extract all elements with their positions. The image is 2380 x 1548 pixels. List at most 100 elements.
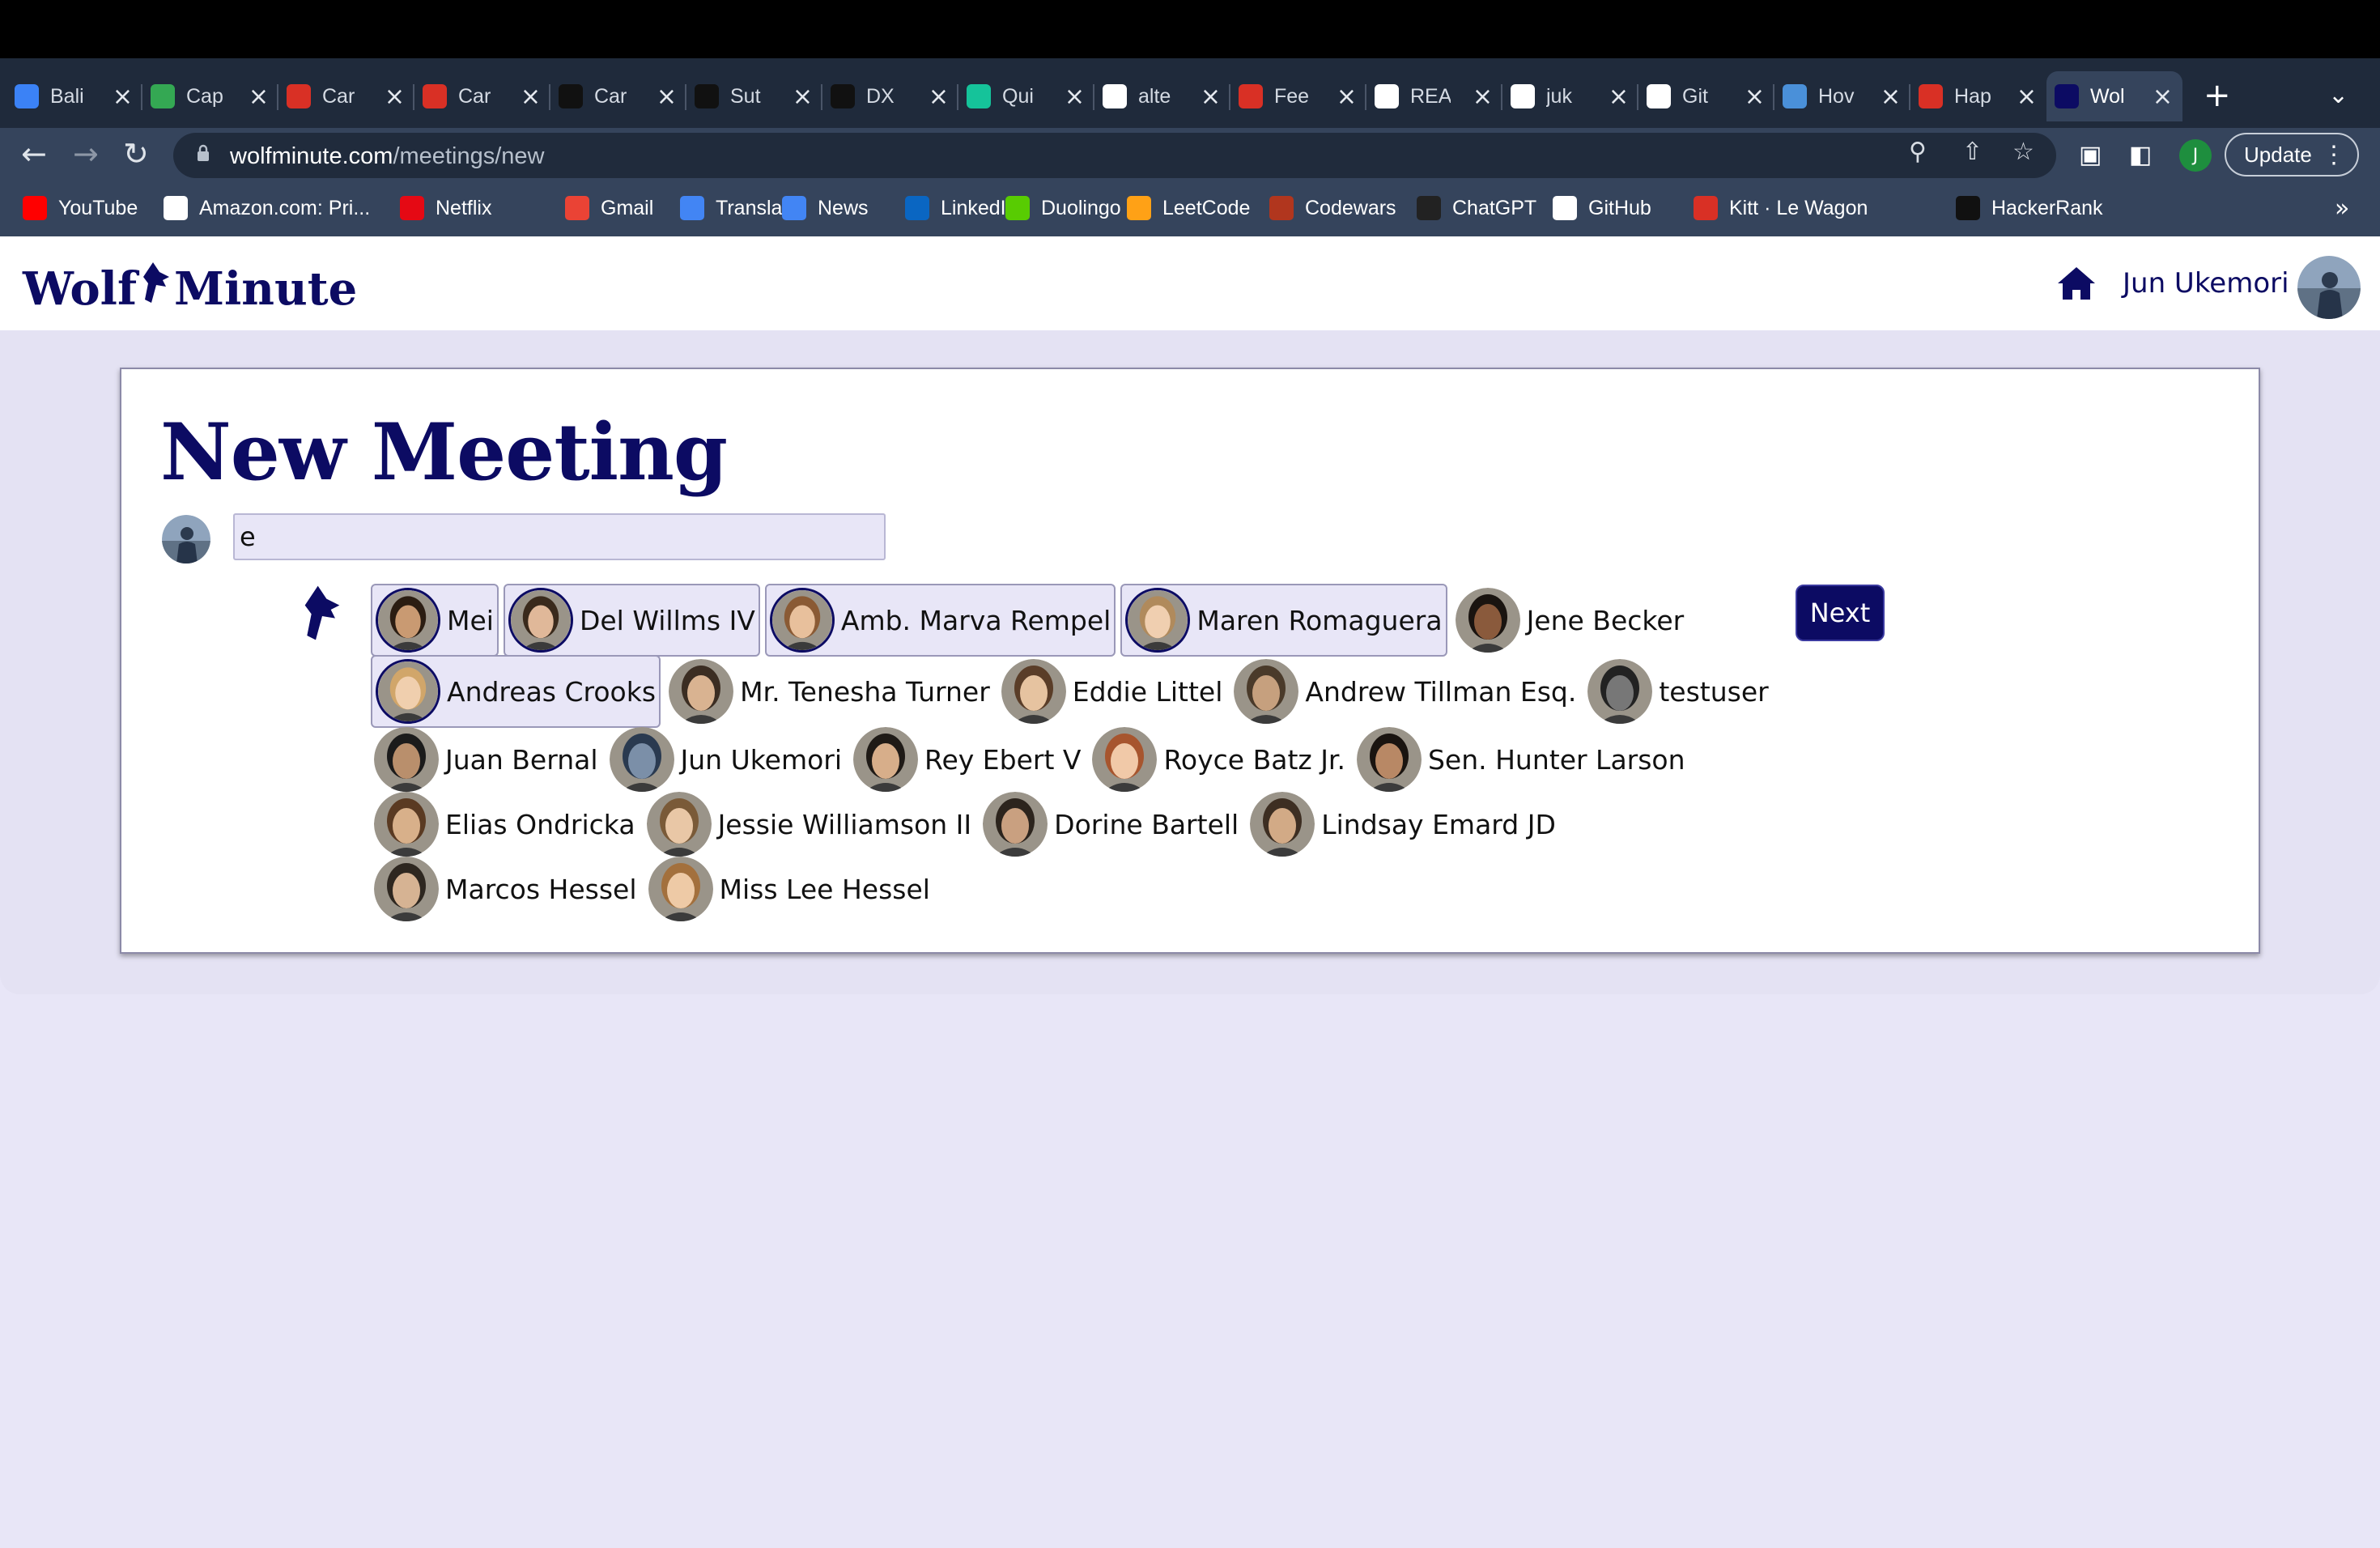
browser-tab[interactable]: Hap × [1910,71,2046,121]
attendee-chip[interactable]: Elias Ondricka [371,792,639,857]
attendee-chip[interactable]: Jun Ukemori [606,727,846,792]
attendee-chip[interactable]: Andrew Tillman Esq. [1230,656,1579,727]
bookmark-item[interactable]: GitHub [1553,196,1651,220]
browser-tab[interactable]: alte × [1094,71,1230,121]
wolfminute-logo[interactable]: Wolf Minute [23,259,357,316]
github-icon [1647,84,1671,108]
current-user-avatar[interactable] [2297,256,2361,319]
browser-tab[interactable]: Car × [550,71,686,121]
close-tab-icon[interactable]: × [1337,83,1357,111]
attendee-chip[interactable]: Jene Becker [1452,585,1688,656]
wolf-head-icon [304,585,340,640]
browser-tab[interactable]: juk × [1502,71,1638,121]
key-icon[interactable]: ⚲ [1909,138,1927,166]
attendee-chip[interactable]: Mr. Tenesha Turner [665,656,993,727]
bookmark-item[interactable]: News [782,196,869,220]
share-icon[interactable]: ⇧ [1962,138,1983,166]
star-icon[interactable]: ☆ [2012,138,2034,166]
close-tab-icon[interactable]: × [113,83,133,111]
attendee-chip[interactable]: testuser [1584,656,1771,727]
new-meeting-card: New Meeting Mei Del Willms IV Amb. Marva R… [120,368,2260,954]
attendee-avatar [1455,588,1520,653]
attendee-chip-selected[interactable]: Maren Romaguera [1120,584,1447,657]
close-tab-icon[interactable]: × [249,83,269,111]
close-tab-icon[interactable]: × [1065,83,1085,111]
close-tab-icon[interactable]: × [1609,83,1629,111]
attendee-chip[interactable]: Royce Batz Jr. [1089,727,1348,792]
attendee-chip[interactable]: Lindsay Emard JD [1247,792,1559,857]
new-tab-icon[interactable]: + [2204,79,2231,112]
attendee-name: Andreas Crooks [447,675,657,708]
attendee-chip[interactable]: Sen. Hunter Larson [1354,727,1689,792]
browser-tab[interactable]: Qui × [958,71,1094,121]
browser-tab[interactable]: Bali × [6,71,142,121]
browser-tab[interactable]: Git × [1638,71,1774,121]
bookmark-label: LeetCode [1162,196,1251,219]
profile-avatar[interactable]: J [2179,139,2212,172]
attendee-search-input[interactable] [233,513,886,560]
attendee-chip[interactable]: Juan Bernal [371,727,601,792]
bookmark-item[interactable]: Kitt · Le Wagon [1694,196,1868,220]
browser-tab[interactable]: Hov × [1774,71,1910,121]
home-icon[interactable] [2056,266,2097,301]
browser-tab[interactable]: Car × [278,71,414,121]
attendee-chip-selected[interactable]: Mei [371,584,499,657]
attendee-chip[interactable]: Miss Lee Hessel [645,857,933,921]
bookmark-label: Netflix [436,196,492,219]
attendee-chip[interactable]: Marcos Hessel [371,857,640,921]
close-tab-icon[interactable]: × [385,83,405,111]
close-tab-icon[interactable]: × [2017,83,2037,111]
browser-tab[interactable]: Wol × [2046,71,2182,121]
close-tab-icon[interactable]: × [1473,83,1493,111]
lock-icon [198,144,209,161]
bookmark-item[interactable]: Amazon.com: Pri... [164,196,370,220]
bookmark-item[interactable]: HackerRank [1956,196,2103,220]
github-icon [1511,84,1535,108]
bookmark-item[interactable]: Duolingo [1005,196,1121,220]
bookmark-item[interactable]: YouTube [23,196,138,220]
browser-tab[interactable]: REA × [1366,71,1502,121]
close-tab-icon[interactable]: × [929,83,949,111]
extensions-puzzle-icon[interactable]: ▣ [2079,141,2102,169]
kebab-menu-icon[interactable]: ⋮ [2322,141,2346,169]
attendee-chip[interactable]: Rey Ebert V [850,727,1084,792]
update-button[interactable]: Update ⋮ [2225,133,2359,176]
next-button[interactable]: Next [1796,585,1885,641]
address-toolbar: ← → ↻ wolfminute.com/meetings/new ⚲ ⇧ ☆ … [0,128,2380,183]
close-tab-icon[interactable]: × [521,83,541,111]
attendee-chip[interactable]: Eddie Littel [998,656,1226,727]
bookmark-item[interactable]: LeetCode [1127,196,1250,220]
bookmark-item[interactable]: LinkedIn [905,196,1018,220]
close-tab-icon[interactable]: × [1745,83,1765,111]
back-arrow-icon[interactable]: ← [21,136,47,172]
bookmark-item[interactable]: Codewars [1269,196,1396,220]
close-tab-icon[interactable]: × [2153,83,2173,111]
attendee-chip[interactable]: Jessie Williamson II [644,792,975,857]
attendee-name: Andrew Tillman Esq. [1305,675,1577,708]
browser-tab[interactable]: Fee × [1230,71,1366,121]
browser-tab[interactable]: Cap × [142,71,278,121]
bookmark-item[interactable]: ChatGPT [1417,196,1536,220]
side-panel-icon[interactable]: ◧ [2129,141,2152,169]
attendee-name: testuser [1659,675,1769,708]
close-tab-icon[interactable]: × [1881,83,1901,111]
address-bar[interactable]: wolfminute.com/meetings/new [173,133,2056,178]
attendee-chip-selected[interactable]: Andreas Crooks [371,655,661,728]
current-user-name[interactable]: Jun Ukemori [2123,267,2289,300]
browser-tab[interactable]: Car × [414,71,550,121]
browser-tab[interactable]: Sut × [686,71,822,121]
close-tab-icon[interactable]: × [793,83,813,111]
bookmark-item[interactable]: Gmail [565,196,653,220]
reload-icon[interactable]: ↻ [123,136,149,172]
forward-arrow-icon[interactable]: → [73,136,99,172]
attendee-chip[interactable]: Dorine Bartell [980,792,1242,857]
close-tab-icon[interactable]: × [657,83,677,111]
attendee-chip-selected[interactable]: Amb. Marva Rempel [764,584,1116,657]
bookmark-item[interactable]: Netflix [400,196,491,220]
bookmarks-overflow-icon[interactable]: » [2335,194,2349,223]
tab-search-chevron-icon[interactable]: ⌄ [2328,81,2348,109]
bookmark-label: Codewars [1305,196,1396,219]
close-tab-icon[interactable]: × [1201,83,1221,111]
attendee-chip-selected[interactable]: Del Willms IV [503,584,760,657]
browser-tab[interactable]: DX × [822,71,958,121]
